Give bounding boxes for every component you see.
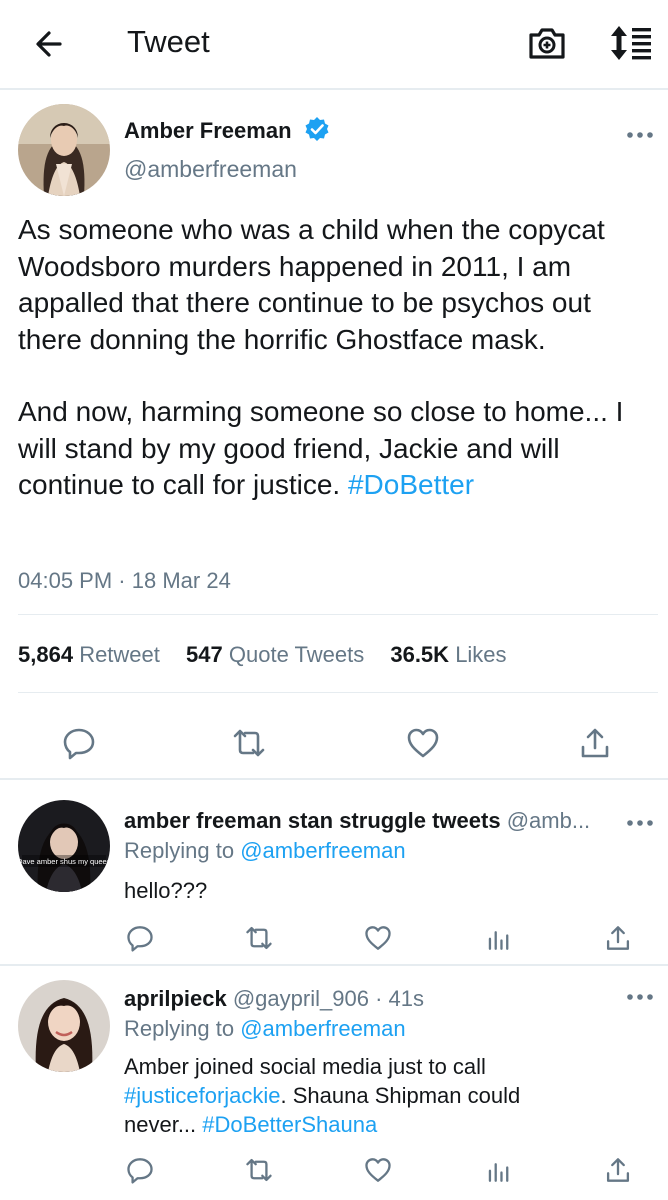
reply-author[interactable]: amber freeman stan struggle tweets @amb.… bbox=[124, 808, 590, 834]
like-icon[interactable] bbox=[364, 924, 392, 952]
author-name[interactable]: Amber Freeman bbox=[124, 118, 292, 144]
reply-actions bbox=[0, 1156, 668, 1186]
likes-count: 36.5K bbox=[390, 642, 450, 667]
reply-text-fragment: . Shauna Shipman could bbox=[280, 1083, 521, 1108]
reply-text: hello??? bbox=[124, 878, 208, 903]
reply-actions bbox=[0, 924, 668, 954]
reply-tweet[interactable]: aprilpieck @gaypril_906 · 41s Replying t… bbox=[0, 966, 668, 1200]
reply-author-name: amber freeman stan struggle tweets bbox=[124, 808, 501, 833]
retweet-icon[interactable] bbox=[232, 726, 266, 760]
verified-badge-icon bbox=[305, 117, 329, 141]
retweets-stat[interactable]: 5,864 Retweet bbox=[18, 642, 160, 667]
reply-author[interactable]: aprilpieck @gaypril_906 · 41s bbox=[124, 986, 424, 1012]
tweet-paragraph: As someone who was a child when the copy… bbox=[18, 214, 605, 355]
hashtag-link[interactable]: #DoBetterShauna bbox=[202, 1112, 377, 1137]
avatar[interactable] bbox=[18, 104, 110, 196]
reply-icon[interactable] bbox=[126, 1156, 154, 1184]
reply-author-handle: @gaypril_906 bbox=[232, 986, 369, 1011]
likes-label: Likes bbox=[455, 642, 507, 667]
tweet-date: 18 Mar 24 bbox=[131, 568, 231, 593]
top-bar: Tweet bbox=[0, 0, 668, 90]
tweet-text: As someone who was a child when the copy… bbox=[18, 212, 658, 504]
more-options-icon[interactable] bbox=[626, 992, 654, 1002]
tweet-paragraph-text: And now, harming someone so close to hom… bbox=[18, 396, 624, 500]
separator: · bbox=[118, 568, 126, 593]
reply-tweet[interactable]: Dave amber shus my queen amber freeman s… bbox=[0, 780, 668, 964]
reply-text-line: #justiceforjackie. Shauna Shipman could bbox=[124, 1081, 654, 1110]
retweet-icon[interactable] bbox=[245, 1156, 273, 1184]
tweet-time: 04:05 PM bbox=[18, 568, 113, 593]
replying-to-label: Replying to bbox=[124, 1016, 235, 1041]
author-handle[interactable]: @amberfreeman bbox=[124, 156, 297, 183]
quotes-stat[interactable]: 547 Quote Tweets bbox=[186, 642, 364, 667]
hashtag-link[interactable]: #justiceforjackie bbox=[124, 1083, 281, 1108]
reply-author-name: aprilpieck bbox=[124, 986, 227, 1011]
replying-to: Replying to @amberfreeman bbox=[124, 838, 406, 864]
reply-text-fragment: never... bbox=[124, 1112, 197, 1137]
likes-stat[interactable]: 36.5K Likes bbox=[390, 642, 506, 667]
share-icon[interactable] bbox=[604, 924, 632, 952]
avatar-caption: Dave amber shus my queen bbox=[18, 857, 110, 866]
divider bbox=[18, 692, 658, 693]
share-icon[interactable] bbox=[578, 726, 612, 760]
tweet-timestamp: 04:05 PM · 18 Mar 24 bbox=[18, 568, 231, 594]
share-icon[interactable] bbox=[604, 1156, 632, 1184]
hashtag-link[interactable]: #DoBetter bbox=[348, 469, 474, 500]
more-options-icon[interactable] bbox=[626, 130, 654, 140]
replying-to-label: Replying to bbox=[124, 838, 235, 863]
separator: · bbox=[375, 986, 383, 1011]
reply-time: 41s bbox=[388, 986, 424, 1011]
like-icon[interactable] bbox=[364, 1156, 392, 1184]
quotes-label: Quote Tweets bbox=[228, 642, 365, 667]
retweets-count: 5,864 bbox=[18, 642, 74, 667]
quotes-count: 547 bbox=[186, 642, 223, 667]
avatar[interactable]: Dave amber shus my queen bbox=[18, 800, 110, 892]
retweets-label: Retweet bbox=[79, 642, 160, 667]
tweet-paragraph: And now, harming someone so close to hom… bbox=[18, 394, 658, 504]
camera-icon[interactable] bbox=[526, 22, 568, 64]
reply-text-line: Amber joined social media just to call bbox=[124, 1054, 486, 1079]
reply-icon[interactable] bbox=[126, 924, 154, 952]
replying-to: Replying to @amberfreeman bbox=[124, 1016, 406, 1042]
more-options-icon[interactable] bbox=[626, 818, 654, 828]
tweet-stats: 5,864 Retweet 547 Quote Tweets 36.5K Lik… bbox=[18, 642, 527, 668]
tweet-actions bbox=[0, 714, 668, 772]
like-icon[interactable] bbox=[406, 726, 440, 760]
sort-icon[interactable] bbox=[608, 22, 654, 64]
reply-text: Amber joined social media just to call #… bbox=[124, 1052, 654, 1139]
divider bbox=[18, 614, 658, 615]
mention-link[interactable]: @amberfreeman bbox=[240, 838, 405, 863]
page-title: Tweet bbox=[127, 24, 210, 59]
retweet-icon[interactable] bbox=[245, 924, 273, 952]
analytics-icon[interactable] bbox=[485, 1156, 513, 1184]
avatar[interactable] bbox=[18, 980, 110, 1072]
reply-icon[interactable] bbox=[62, 726, 96, 760]
reply-author-handle: @amb... bbox=[506, 808, 591, 833]
back-arrow-icon[interactable] bbox=[30, 24, 70, 64]
mention-link[interactable]: @amberfreeman bbox=[240, 1016, 405, 1041]
reply-text-line: never... #DoBetterShauna bbox=[124, 1110, 654, 1139]
analytics-icon[interactable] bbox=[485, 924, 513, 952]
